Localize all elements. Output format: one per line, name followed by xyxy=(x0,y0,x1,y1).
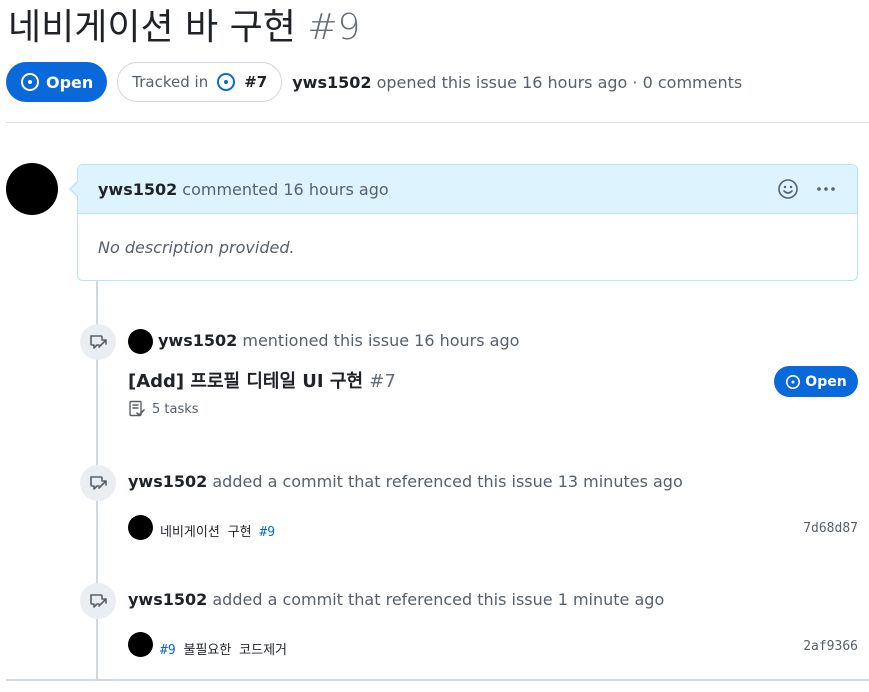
cross-reference-badge xyxy=(80,324,116,360)
issue-author-link[interactable]: yws1502 xyxy=(292,73,371,92)
issue-title: 네비게이션 바 구현 #9 xyxy=(8,4,360,52)
issue-opened-meta: yws1502 opened this issue 16 hours ago ·… xyxy=(292,73,742,92)
commit-message-text[interactable]: 불필요한 코드제거 xyxy=(183,643,287,658)
issue-opened-icon xyxy=(217,73,236,91)
tracked-in-pill[interactable]: Tracked in #7 xyxy=(117,62,283,102)
issue-state-badge: Open xyxy=(6,62,108,102)
comment-header: yws1502 commented 16 hours ago xyxy=(78,165,857,214)
comment-body: No description provided. xyxy=(98,238,295,257)
tracked-in-label: Tracked in xyxy=(132,73,209,91)
event-author-link[interactable]: yws1502 xyxy=(128,472,207,491)
cross-reference-badge xyxy=(80,583,116,619)
commit-message-text[interactable]: 네비게이션 구현 xyxy=(160,525,252,540)
commit-sha[interactable]: 7d68d87 xyxy=(803,521,858,536)
issue-title-text: 네비게이션 바 구현 xyxy=(8,7,296,48)
cross-reference-icon xyxy=(90,476,107,490)
smiley-icon[interactable] xyxy=(777,178,799,200)
event-author-link[interactable]: yws1502 xyxy=(128,590,207,609)
mention-event-text: yws1502 mentioned this issue 16 hours ag… xyxy=(158,331,519,350)
mention-event-description[interactable]: mentioned this issue 16 hours ago xyxy=(242,331,519,350)
referenced-issue-state-label: Open xyxy=(805,373,847,390)
timeline-bottom-divider xyxy=(6,679,869,681)
avatar[interactable] xyxy=(6,163,58,215)
cross-reference-badge xyxy=(80,465,116,501)
commit-sha[interactable]: 2af9366 xyxy=(803,639,858,654)
issue-meta-row: Open Tracked in #7 yws1502 opened this i… xyxy=(6,62,742,102)
commit-message: #9 불필요한 코드제거 xyxy=(160,639,287,658)
comment-box: yws1502 commented 16 hours ago No descri… xyxy=(69,164,858,281)
referenced-issue-tasks: 5 tasks xyxy=(128,400,199,418)
comment-actions xyxy=(777,178,837,200)
event-author-link[interactable]: yws1502 xyxy=(158,331,237,350)
avatar[interactable] xyxy=(128,515,153,540)
commit-issue-link[interactable]: #9 xyxy=(160,643,176,658)
tasks-count: 5 tasks xyxy=(152,401,199,417)
avatar[interactable] xyxy=(128,329,153,354)
issue-opened-text: opened this issue 16 hours ago · 0 comme… xyxy=(376,72,743,92)
referenced-issue-title-text[interactable]: [Add] 프로필 디테일 UI 구현 xyxy=(128,371,363,392)
kebab-horizontal-icon[interactable] xyxy=(815,178,837,200)
commit-event-description[interactable]: added a commit that referenced this issu… xyxy=(212,472,682,491)
avatar[interactable] xyxy=(128,632,153,657)
referenced-issue-title[interactable]: [Add] 프로필 디테일 UI 구현 #7 xyxy=(128,367,396,393)
issue-opened-icon xyxy=(786,374,801,389)
issue-state-label: Open xyxy=(46,72,94,92)
tracked-in-issue-link[interactable]: #7 xyxy=(244,73,267,91)
comment-timestamp[interactable]: commented 16 hours ago xyxy=(182,180,388,199)
commit-event-text: yws1502 added a commit that referenced t… xyxy=(128,590,664,609)
cross-reference-icon xyxy=(90,335,107,349)
referenced-issue-state-badge: Open xyxy=(774,366,858,397)
commit-event-description[interactable]: added a commit that referenced this issu… xyxy=(212,590,664,609)
issue-opened-icon xyxy=(21,73,39,91)
comment-author-link[interactable]: yws1502 xyxy=(98,180,177,199)
referenced-issue-number: #7 xyxy=(369,371,396,392)
commit-event-text: yws1502 added a commit that referenced t… xyxy=(128,472,683,491)
issue-number: #9 xyxy=(307,7,361,48)
header-divider xyxy=(6,122,869,123)
tasklist-icon xyxy=(129,400,145,417)
commit-message: 네비게이션 구현 #9 xyxy=(160,521,275,540)
cross-reference-icon xyxy=(90,594,107,608)
commit-issue-link[interactable]: #9 xyxy=(259,525,275,540)
